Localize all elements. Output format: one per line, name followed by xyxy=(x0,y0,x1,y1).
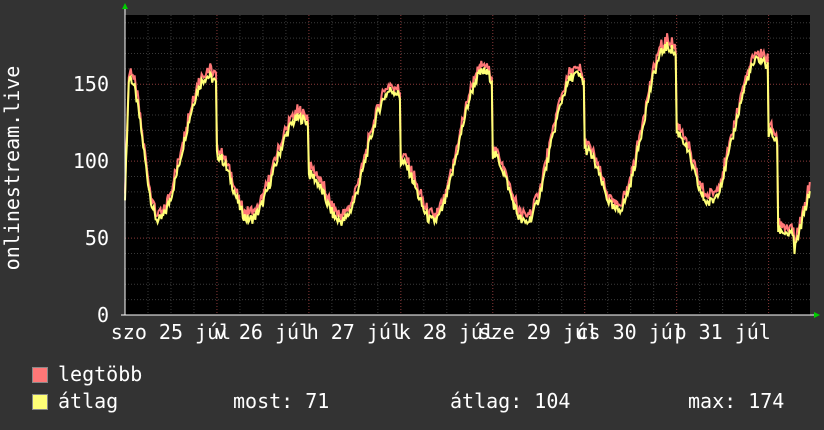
legend-max-swatch xyxy=(32,367,48,383)
legend-max-label: legtöbb xyxy=(58,362,143,386)
stat-average: átlag: 104 xyxy=(450,389,571,413)
y-tick-label: 150 xyxy=(73,72,109,96)
y-axis-ticks: 0 50 100 150 xyxy=(73,72,109,327)
y-tick-label: 100 xyxy=(73,149,109,173)
stat-current: most: 71 xyxy=(233,389,330,413)
stat-maximum: max: 174 xyxy=(688,389,785,413)
y-tick-label: 0 xyxy=(97,303,109,327)
x-axis-ticks: szo 25 júlv 26 júlh 27 júlk 28 júlsze 29… xyxy=(111,320,771,344)
legend-avg-label: átlag xyxy=(58,389,119,413)
x-tick-label: cs 30 júl xyxy=(577,320,685,344)
y-axis-label: onlinestream.live xyxy=(0,66,24,271)
y-axis-arrow xyxy=(122,3,128,9)
x-tick-label: p 31 júl xyxy=(674,320,770,344)
legend-avg-swatch xyxy=(32,394,48,410)
x-tick-label: szo 25 júl xyxy=(111,320,231,344)
x-tick-label: h 27 júl xyxy=(307,320,403,344)
x-axis-arrow xyxy=(814,312,820,318)
y-tick-label: 50 xyxy=(85,226,109,250)
x-tick-label: v 26 júl xyxy=(215,320,311,344)
